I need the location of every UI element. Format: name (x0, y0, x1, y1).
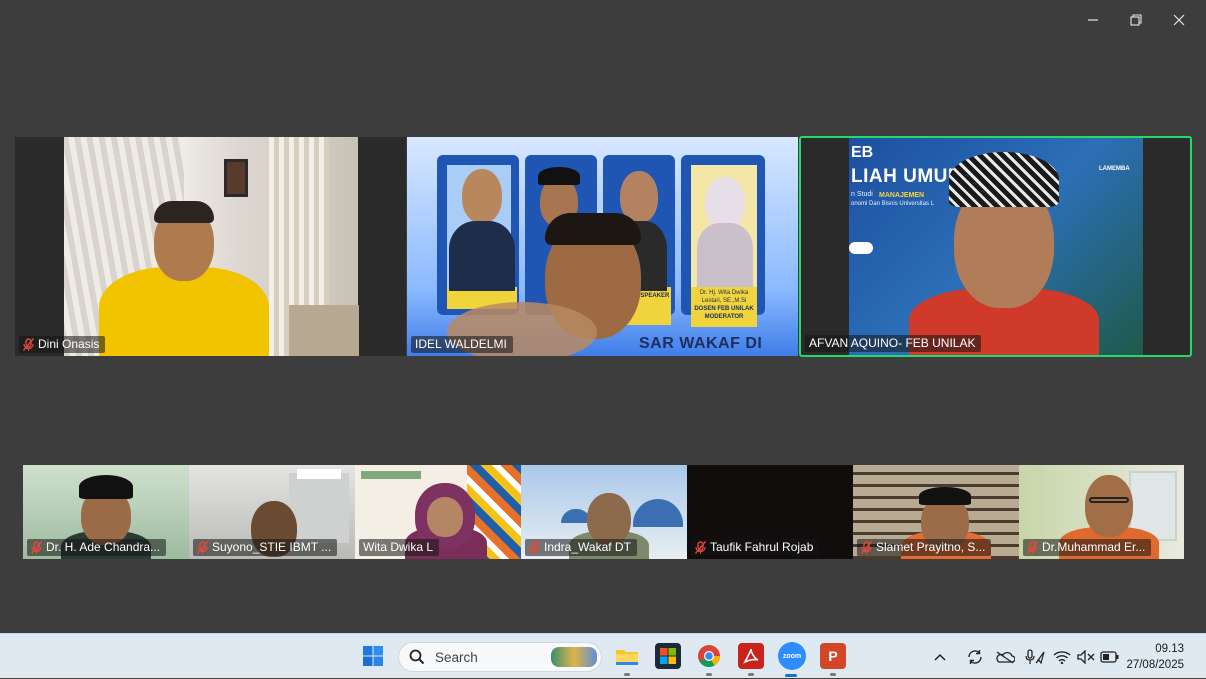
gallery-tile-slamet[interactable]: Slamet Prayitno, S... (853, 465, 1019, 559)
backdrop-title: LIAH UMUM (851, 166, 965, 187)
gallery-tile-wita-dwika[interactable]: Wita Dwika L (355, 465, 521, 559)
participant-name-tag: Dr.Muhammad Er... (1023, 539, 1152, 556)
participant-name-tag: IDEL WALDELMI (411, 336, 513, 353)
video-tile-idel-waldelmi[interactable]: Dr. Hj. Wita Dwika Lestari, SE.,M.Si DOS… (407, 137, 798, 356)
participant-name: Dr. H. Ade Chandra... (46, 540, 161, 554)
clock-time: 09.13 (1155, 643, 1184, 655)
minimize-icon (1087, 19, 1098, 21)
participant-name-tag: Suyono_STIE IBMT ... (193, 539, 338, 556)
participant-name-tag: Wita Dwika L (359, 539, 440, 556)
participant-name: IDEL WALDELMI (415, 337, 507, 351)
mic-muted-icon (860, 541, 873, 554)
slide-caption: SAR WAKAF DI (639, 335, 763, 352)
search-icon (409, 649, 425, 665)
battery-icon[interactable] (1098, 650, 1122, 663)
zoom-icon[interactable]: zoom (778, 642, 806, 677)
mic-muted-icon (1026, 541, 1039, 554)
backdrop-line2: onomi Dan Bisnis Universitas L (851, 201, 935, 207)
participant-name-tag: Dr. H. Ade Chandra... (27, 539, 167, 556)
participant-name: Dr.Muhammad Er... (1042, 540, 1146, 554)
close-icon (1173, 14, 1184, 26)
participant-name: Slamet Prayitno, S... (876, 540, 986, 554)
clock-date: 27/08/2025 (1126, 659, 1184, 671)
search-label: Search (435, 649, 478, 665)
slide-moderator-role: DOSEN FEB UNILAK MODERATOR (694, 306, 754, 320)
participant-name-tag: Indra_Wakaf DT (525, 539, 637, 556)
acrobat-icon[interactable] (738, 643, 764, 676)
backdrop-logo: LAMEMBA (1099, 166, 1130, 172)
gallery-tile-muhammad[interactable]: Dr.Muhammad Er... (1019, 465, 1184, 559)
close-button[interactable] (1157, 6, 1200, 34)
chevron-up-icon[interactable] (930, 653, 950, 661)
restore-button[interactable] (1114, 6, 1157, 34)
windows-taskbar: Search zoom P 09.13 27/08/2025 (0, 633, 1206, 678)
backdrop-subtitle: MANAJEMEN (879, 192, 925, 199)
gallery-tile-suyono[interactable]: Suyono_STIE IBMT ... (189, 465, 355, 559)
mic-muted-icon (30, 541, 43, 554)
powerpoint-icon[interactable]: P (820, 643, 846, 676)
backdrop-line1: n Studi (851, 191, 873, 198)
onedrive-icon[interactable] (990, 650, 1020, 664)
microsoft-store-icon[interactable] (655, 643, 681, 669)
slide-moderator-name: Dr. Hj. Wita Dwika Lestari, SE.,M.Si (699, 290, 749, 304)
restore-icon (1129, 14, 1142, 26)
wifi-icon[interactable] (1050, 650, 1074, 664)
mic-muted-icon (528, 541, 541, 554)
zoom-label: zoom (782, 652, 802, 660)
participant-name: Suyono_STIE IBMT ... (212, 540, 332, 554)
participant-name-tag: Taufik Fahrul Rojab (691, 539, 820, 556)
participant-name: Indra_Wakaf DT (544, 540, 631, 554)
sync-icon[interactable] (960, 648, 990, 666)
participant-name: Taufik Fahrul Rojab (710, 540, 814, 554)
video-tile-afvan-aquino[interactable]: EB LIAH UMUM n Studi MANAJEMEN onomi Dan… (799, 136, 1192, 357)
system-tray (930, 634, 1122, 679)
backdrop-brand: EB (851, 144, 874, 161)
taskbar-clock[interactable]: 09.13 27/08/2025 (1126, 641, 1184, 673)
window-controls (1071, 6, 1200, 34)
start-icon[interactable] (360, 643, 386, 669)
participant-name: AFVAN AQUINO- FEB UNILAK (809, 336, 976, 350)
video-tile-dini-onasis[interactable]: Dini Onasis (15, 137, 406, 356)
participant-name: Wita Dwika L (363, 540, 434, 554)
participant-name: Dini Onasis (38, 337, 100, 351)
search-highlight-icon (551, 647, 597, 667)
microphone-location-icon[interactable] (1020, 648, 1050, 665)
minimize-button[interactable] (1071, 6, 1114, 34)
mic-muted-icon (22, 338, 35, 351)
zoom-meeting-window: Dini Onasis Dr. Hj. Wita Dwika Lestari, … (0, 0, 1206, 633)
wall-portrait (224, 159, 248, 197)
chrome-icon[interactable] (696, 643, 722, 676)
taskbar-search[interactable]: Search (398, 642, 602, 672)
file-explorer-icon[interactable] (614, 643, 640, 676)
participant-name-tag: AFVAN AQUINO- FEB UNILAK (805, 335, 982, 352)
gallery-tile-indra[interactable]: Indra_Wakaf DT (521, 465, 687, 559)
gallery-tile-ade-chandra[interactable]: Dr. H. Ade Chandra... (23, 465, 189, 559)
mic-muted-icon (694, 541, 707, 554)
volume-muted-icon[interactable] (1074, 649, 1098, 664)
mic-muted-icon (196, 541, 209, 554)
participant-name-tag: Dini Onasis (19, 336, 106, 353)
participant-name-tag: Slamet Prayitno, S... (857, 539, 992, 556)
gallery-tile-taufik[interactable]: Taufik Fahrul Rojab (687, 465, 853, 559)
